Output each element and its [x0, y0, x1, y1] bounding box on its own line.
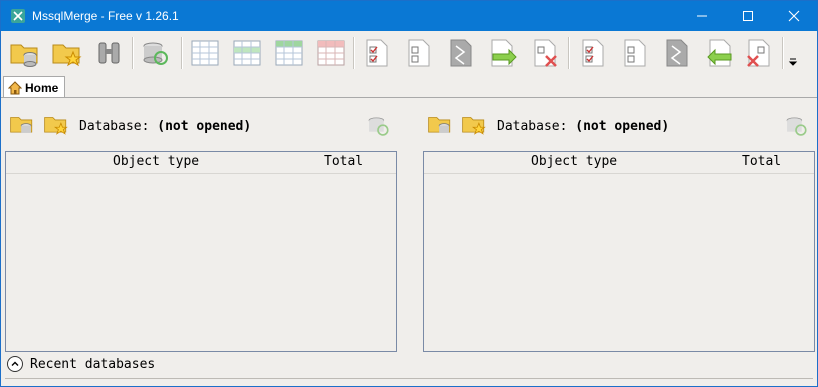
close-button[interactable] — [771, 1, 817, 31]
app-logo-icon — [11, 9, 25, 23]
minimize-button[interactable] — [679, 1, 725, 31]
table-removed-button[interactable] — [313, 35, 349, 71]
right-open-favorite-button[interactable] — [461, 111, 487, 141]
table-added-button[interactable] — [229, 35, 265, 71]
delete-right-icon — [534, 39, 557, 67]
copy-right-button[interactable] — [485, 35, 521, 71]
right-open-db-button[interactable] — [427, 111, 453, 141]
open-favorite-button[interactable] — [49, 35, 85, 71]
uncheck-right-button[interactable] — [617, 35, 653, 71]
right-col-total[interactable]: Total — [742, 154, 781, 169]
left-object-grid[interactable]: Object type Total — [5, 151, 397, 352]
maximize-icon — [743, 11, 753, 21]
left-db-bar: Database: (not opened) — [9, 111, 251, 141]
diff-left-icon — [450, 39, 472, 67]
close-icon — [788, 10, 800, 22]
tab-home-label: Home — [25, 80, 59, 95]
right-refresh-button[interactable] — [783, 113, 809, 143]
left-col-object-type[interactable]: Object type — [113, 154, 199, 169]
open-favorite-icon — [44, 117, 68, 135]
table-grid-button[interactable] — [187, 35, 223, 71]
title-bar[interactable]: MssqlMerge - Free v 1.26.1 — [1, 1, 817, 31]
copy-left-icon — [707, 39, 732, 67]
uncheck-left-button[interactable] — [401, 35, 437, 71]
recent-databases-label: Recent databases — [30, 356, 156, 372]
copy-left-button[interactable] — [701, 35, 737, 71]
bottom-divider — [5, 378, 813, 379]
table-added-icon — [233, 40, 261, 66]
diff-right-icon — [666, 39, 688, 67]
toolbar — [1, 31, 817, 75]
left-db-label: Database: (not opened) — [79, 118, 252, 134]
right-db-label: Database: (not opened) — [497, 118, 670, 134]
table-changed-button[interactable] — [271, 35, 307, 71]
right-db-bar: Database: (not opened) — [427, 111, 669, 141]
diff-right-button[interactable] — [659, 35, 695, 71]
toolbar-separator — [132, 37, 134, 69]
left-db-value: (not opened) — [157, 118, 252, 134]
refresh-database-icon — [786, 117, 807, 136]
toolbar-overflow-icon — [788, 58, 798, 66]
minimize-icon — [697, 15, 707, 17]
home-icon — [8, 80, 22, 94]
right-col-object-type[interactable]: Object type — [531, 154, 617, 169]
maximize-button[interactable] — [725, 1, 771, 31]
delete-right-button[interactable] — [527, 35, 563, 71]
window-title: MssqlMerge - Free v 1.26.1 — [32, 9, 179, 23]
delete-left-icon — [747, 39, 770, 67]
right-grid-header: Object type Total — [424, 152, 814, 174]
check-right-button[interactable] — [575, 35, 611, 71]
open-database-icon — [10, 44, 38, 67]
unchecked-right-icon — [624, 39, 646, 67]
open-database-icon — [428, 117, 451, 133]
table-removed-icon — [317, 40, 345, 66]
tab-home[interactable]: Home — [3, 76, 65, 98]
table-grid-icon — [191, 40, 219, 66]
toolbar-separator — [568, 37, 570, 69]
check-left-button[interactable] — [359, 35, 395, 71]
checked-right-icon — [582, 39, 604, 67]
left-open-favorite-button[interactable] — [43, 111, 69, 141]
compare-binoculars-icon — [98, 42, 120, 64]
open-database-icon — [10, 117, 33, 133]
refresh-button[interactable] — [137, 35, 173, 71]
open-database-button[interactable] — [7, 35, 43, 71]
toolbar-separator — [181, 37, 183, 69]
diff-left-button[interactable] — [443, 35, 479, 71]
left-refresh-button[interactable] — [365, 113, 391, 143]
unchecked-icon — [408, 39, 430, 67]
copy-right-icon — [491, 39, 517, 67]
open-favorite-icon — [462, 117, 486, 135]
refresh-database-icon — [143, 42, 168, 65]
toolbar-separator — [353, 37, 355, 69]
left-grid-header: Object type Total — [6, 152, 396, 174]
app-window: MssqlMerge - Free v 1.26.1 Home Database… — [0, 0, 818, 387]
open-favorite-icon — [52, 44, 82, 67]
left-col-total[interactable]: Total — [324, 154, 363, 169]
chevron-up-icon — [7, 356, 23, 372]
right-db-value: (not opened) — [575, 118, 670, 134]
left-open-db-button[interactable] — [9, 111, 35, 141]
checked-left-icon — [366, 39, 388, 67]
tab-divider — [1, 97, 817, 98]
compare-button[interactable] — [91, 35, 127, 71]
toolbar-separator — [782, 37, 784, 69]
delete-left-button[interactable] — [741, 35, 777, 71]
refresh-database-icon — [368, 117, 389, 136]
recent-databases-toggle[interactable]: Recent databases — [7, 356, 155, 372]
table-changed-icon — [275, 40, 303, 66]
right-object-grid[interactable]: Object type Total — [423, 151, 815, 352]
toolbar-overflow-button[interactable] — [785, 35, 801, 71]
